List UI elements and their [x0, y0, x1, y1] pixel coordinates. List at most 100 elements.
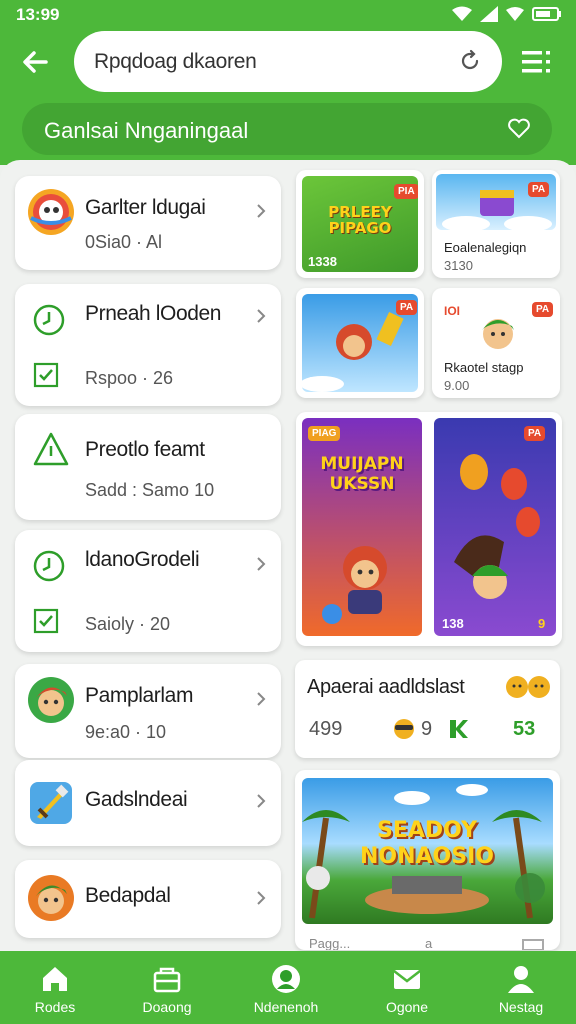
list-item[interactable]: Preotlo feamt Sadd : Samo 10: [15, 414, 281, 520]
nav-item-mail[interactable]: Ogone: [352, 951, 462, 1024]
character-avatar-icon: [482, 319, 514, 349]
chevron-right-icon: [257, 204, 266, 218]
wifi-icon: [452, 6, 472, 27]
header: 13:99 Rpqdoag dkaoren Ganlsai Nnganingaa…: [0, 0, 576, 165]
tile-badge: PA: [532, 302, 554, 317]
promo-footer-right: a: [425, 936, 433, 950]
bookmark-icon[interactable]: [521, 938, 545, 950]
profile-circle-icon: [272, 965, 300, 993]
list-item-title: Gadslndeai: [85, 788, 188, 811]
nav-label: Nestag: [498, 999, 544, 1015]
tile-value: 138: [442, 616, 464, 631]
list-item-title: Bedapdal: [85, 884, 171, 907]
emoji-faces-icon: [506, 676, 550, 698]
balloons-icon: [454, 454, 540, 599]
signal-icon: [480, 6, 498, 27]
game-thumbnail: PRLEEY PIPAGO PIA 1338: [302, 176, 418, 272]
chevron-right-icon: [257, 309, 266, 323]
game-thumbnail[interactable]: PIAG MUIJAPN UKSSN: [302, 418, 422, 636]
tile-value: 9: [538, 616, 546, 631]
status-time: 13:99: [16, 5, 60, 24]
nav-label: Doaong: [142, 999, 192, 1015]
k-logo-icon: [450, 720, 468, 738]
sword-icon: [27, 779, 75, 827]
list-item[interactable]: Gadslndeai: [15, 760, 281, 846]
tile-badge: PIA: [394, 184, 418, 199]
promo-footer-left: Pagg...: [309, 936, 351, 950]
list-item-meta: 9e:a0 · 10: [85, 722, 167, 742]
game-tile[interactable]: PA Eoalenalegiqn 3130: [432, 170, 560, 278]
tile-value: 9.00: [444, 378, 470, 393]
clock-icon: [27, 542, 75, 590]
tile-badge: PIAG: [308, 426, 341, 441]
chevron-right-icon: [257, 891, 266, 905]
game-avatar-icon: [27, 188, 75, 236]
featured-tiles: PIAG MUIJAPN UKSSN PA 138 9: [296, 412, 562, 646]
nav-item-profile[interactable]: Ndenenoh: [231, 951, 341, 1024]
checkbox-icon[interactable]: [33, 362, 59, 388]
tile-banner: MUIJAPN UKSSN: [320, 454, 404, 494]
stats-title: Apaerai aadldslast: [307, 676, 465, 698]
tile-name: Eoalenalegiqn: [444, 240, 527, 255]
tile-value: 3.00: [308, 374, 334, 389]
list-item[interactable]: Garlter ldugai 0Sia0 · Al: [15, 176, 281, 270]
nav-label: Ogone: [385, 999, 429, 1015]
tile-badge: PA: [396, 300, 418, 315]
nav-item-home[interactable]: Rodes: [0, 951, 110, 1024]
status-bar: 13:99: [0, 0, 576, 30]
list-item[interactable]: Bedapdal: [15, 860, 281, 938]
list-item-meta: Sadd : Samo 10: [85, 480, 215, 500]
list-item-title: ldanoGrodeli: [85, 548, 200, 571]
clock-icon: [27, 296, 75, 344]
list-item-title: Preotlo feamt: [85, 438, 205, 461]
character-avatar-icon: [27, 874, 75, 922]
wifi-strength-icon: [506, 6, 524, 27]
bottom-nav: Rodes Doaong Ndenenoh Ogone Nestag: [0, 951, 576, 1024]
refresh-icon[interactable]: [458, 49, 482, 73]
stats-value: 499: [309, 718, 343, 740]
stats-value: 53: [513, 718, 536, 740]
game-tile[interactable]: IOI PA Rkaotel stagp 9.00: [432, 288, 560, 398]
alert-triangle-icon: [27, 426, 75, 474]
chevron-right-icon: [257, 557, 266, 571]
store-icon: [153, 967, 181, 993]
status-icons: [452, 6, 562, 27]
character-icon: [322, 546, 387, 624]
nav-item-store[interactable]: Doaong: [112, 951, 222, 1024]
battery-icon: [532, 6, 562, 27]
list-item-title: Prneah lOoden: [85, 302, 222, 325]
promo-title: SEADOY NONAOSIO: [360, 818, 494, 869]
chevron-right-icon: [257, 794, 266, 808]
search-value: Rpqdoag dkaoren: [94, 50, 257, 73]
tile-value: 3130: [444, 258, 473, 273]
list-item-title: Garlter ldugai: [85, 196, 206, 219]
tile-name: Rkaotel stagp: [444, 360, 524, 375]
mail-icon: [393, 970, 421, 989]
stats-value: 9: [421, 718, 433, 740]
tile-badge: PA: [524, 426, 546, 441]
game-tile[interactable]: PRLEEY PIPAGO PIA 1338: [296, 170, 424, 278]
heart-icon[interactable]: [506, 115, 532, 141]
person-icon: [508, 966, 534, 993]
game-tile[interactable]: PA 3.00: [296, 288, 424, 398]
list-item[interactable]: Prneah lOoden Rspoo · 26: [15, 284, 281, 406]
menu-button[interactable]: [518, 44, 554, 80]
search-input[interactable]: Rpqdoag dkaoren: [74, 31, 502, 92]
nav-label: Ndenenoh: [253, 999, 319, 1015]
tile-banner: PRLEEY PIPAGO: [328, 203, 392, 237]
category-bar[interactable]: Ganlsai Nnganingaal: [22, 103, 552, 155]
checkbox-icon[interactable]: [33, 608, 59, 634]
nav-label: Rodes: [34, 999, 76, 1015]
game-thumbnail: PA: [436, 174, 556, 230]
back-button[interactable]: [18, 44, 54, 80]
list-item[interactable]: Pamplarlam 9e:a0 · 10: [15, 664, 281, 758]
category-title: Ganlsai Nnganingaal: [44, 118, 249, 143]
list-item-meta: 0Sia0 · Al: [85, 232, 163, 252]
promo-card[interactable]: SEADOY NONAOSIO Pagg... a: [295, 770, 560, 950]
stats-card[interactable]: Apaerai aadldslast 499 9 53: [295, 660, 560, 758]
home-icon: [43, 967, 67, 991]
nav-item-account[interactable]: Nestag: [466, 951, 576, 1024]
list-item[interactable]: ldanoGrodeli Saioly · 20: [15, 530, 281, 652]
game-thumbnail[interactable]: PA 138 9: [434, 418, 556, 636]
arrow-left-icon: [23, 51, 48, 73]
